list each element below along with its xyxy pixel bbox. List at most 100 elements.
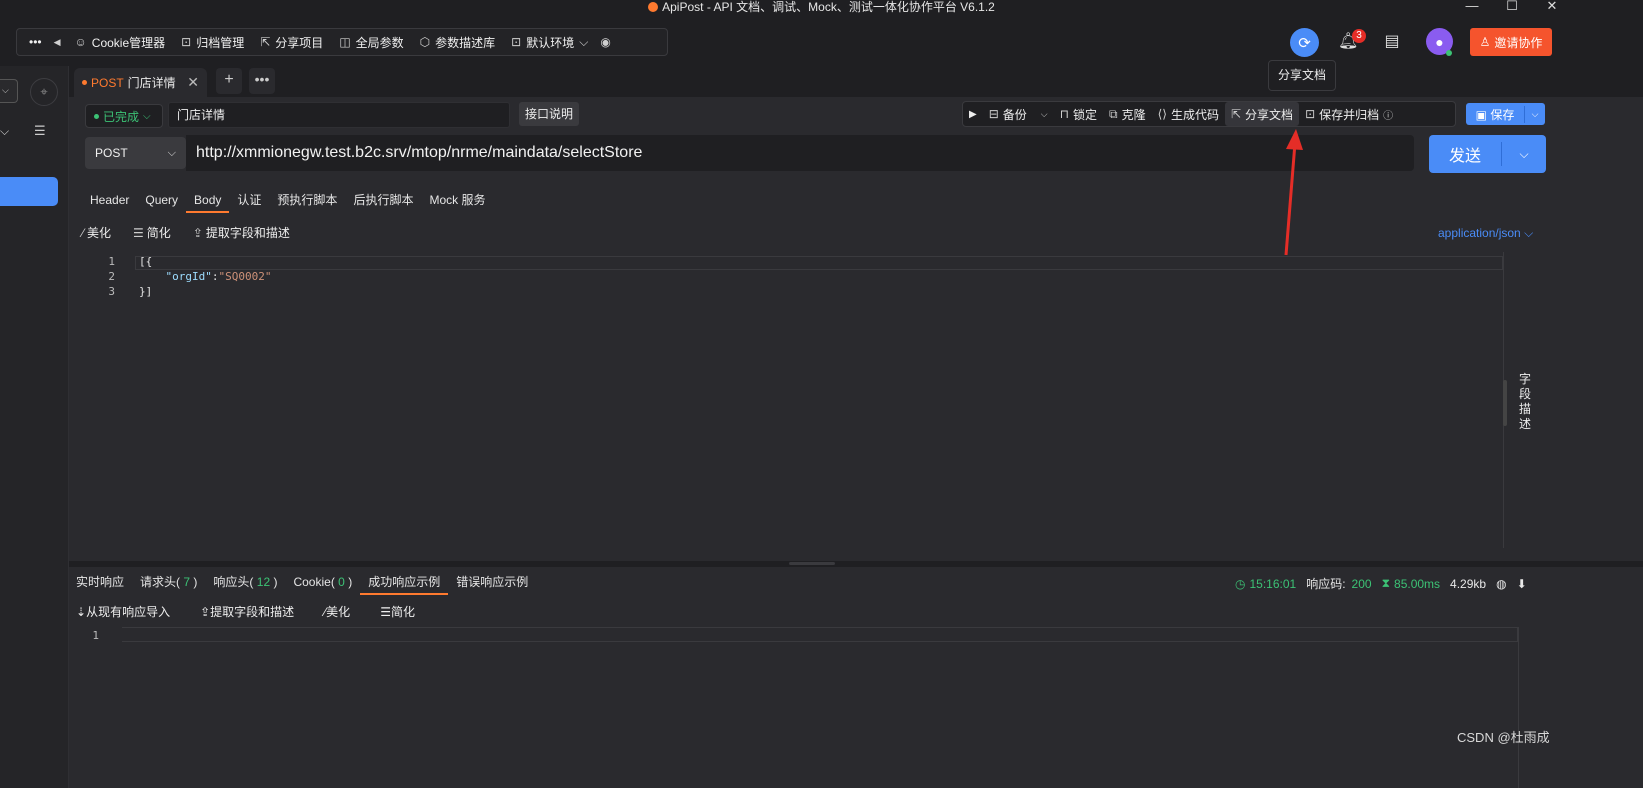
content-type-select[interactable]: application/json ⌵ — [1438, 226, 1533, 241]
response-duration: 85.00ms — [1394, 576, 1441, 591]
triangle-left-icon: ◀ — [53, 36, 61, 47]
list-icon: ☰ — [133, 226, 144, 240]
method-select[interactable]: POST ⌵ — [85, 137, 186, 169]
play-icon: ▶ — [969, 108, 977, 120]
environment-select[interactable]: ⊡ 默认环境 ⌵ — [503, 28, 596, 56]
response-tabs: 实时响应 请求头( 7 ) 响应头( 12 ) Cookie( 0 ) 成功响应… — [68, 569, 536, 595]
download-icon[interactable]: ⬇ — [1517, 577, 1527, 591]
api-doc-button[interactable]: 接口说明 — [519, 102, 579, 126]
close-icon[interactable]: ✕ — [187, 74, 199, 91]
tab-header[interactable]: Header — [82, 187, 137, 213]
invite-button[interactable]: ♙ 邀请协作 — [1470, 28, 1552, 56]
save-archive-button[interactable]: ⊡ 保存并归档 ⓘ — [1299, 102, 1399, 126]
plus-icon: + — [224, 71, 234, 88]
backup-button[interactable]: ⊟ 备份 ⌵ — [983, 102, 1054, 126]
chevron-down-icon: ⌵ — [1524, 226, 1534, 240]
maximize-button[interactable]: ☐ — [1492, 0, 1532, 14]
response-editor[interactable] — [122, 627, 1518, 642]
tab-method: POST — [91, 75, 124, 90]
tab-success-example[interactable]: 成功响应示例 — [360, 569, 449, 595]
share-doc-button[interactable]: ⇱ 分享文档 — [1224, 102, 1300, 126]
api-name-input[interactable]: 门店详情 — [168, 102, 510, 128]
tab-mock[interactable]: Mock 服务 — [421, 187, 493, 213]
simplify-button[interactable]: ☰简化 — [380, 603, 415, 620]
tab-store-detail[interactable]: POST 门店详情 ✕ — [74, 68, 207, 97]
archive-icon: ⊡ — [181, 35, 192, 49]
more-icon: ••• — [254, 71, 270, 87]
share-project-button[interactable]: ⇱ 分享项目 — [252, 28, 331, 56]
sidebar-active-item[interactable] — [0, 177, 58, 206]
simplify-button[interactable]: ☰简化 — [133, 224, 171, 241]
url-input[interactable]: http://xmmionegw.test.b2c.srv/mtop/nrme/… — [186, 135, 1414, 171]
tab-realtime-response[interactable]: 实时响应 — [68, 569, 132, 595]
env-icon: ⊡ — [511, 35, 522, 49]
cube-icon: ⬡ — [419, 35, 431, 49]
refresh-icon: ⟳ — [1298, 34, 1311, 52]
archive-manage-button[interactable]: ⊡ 归档管理 — [173, 28, 252, 56]
params-icon: ◫ — [339, 35, 351, 49]
collapse-button[interactable]: ◀ — [48, 28, 67, 56]
close-window-button[interactable]: ✕ — [1532, 0, 1572, 14]
line-number: 2 — [108, 270, 115, 283]
arrow-head — [1286, 129, 1303, 150]
response-time: 15:16:01 — [1249, 576, 1297, 591]
tab-auth[interactable]: 认证 — [229, 187, 269, 213]
environment-view-button[interactable]: ◉ — [596, 28, 614, 56]
user-icon: ● — [1435, 33, 1444, 50]
clone-button[interactable]: ⧉ 克隆 — [1103, 102, 1152, 126]
cookie-icon: ☺ — [74, 35, 87, 49]
run-button[interactable]: ▶ — [963, 102, 983, 126]
tab-more-button[interactable]: ••• — [249, 68, 275, 94]
minimize-button[interactable]: — — [1452, 0, 1492, 14]
global-params-button[interactable]: ◫ 全局参数 — [331, 28, 411, 56]
sync-button[interactable]: ⟳ — [1290, 28, 1319, 57]
send-button[interactable]: 发送 ⌵ — [1429, 135, 1546, 173]
beautify-button[interactable]: ⁄美化 — [324, 603, 350, 620]
line-number: 1 — [108, 255, 115, 268]
chevron-down-icon: ⌵ — [0, 124, 10, 138]
chevron-down-icon[interactable]: ⌵ — [1525, 109, 1545, 120]
extract-fields-button[interactable]: ⇪提取字段和描述 — [193, 224, 290, 241]
add-tab-button[interactable]: + — [216, 68, 242, 94]
globe-icon[interactable]: ◍ — [1496, 577, 1506, 591]
save-button[interactable]: ▣ 保存 ⌵ — [1466, 103, 1545, 125]
field-description-panel-toggle[interactable]: 字段描述 — [1517, 372, 1533, 432]
beautify-button[interactable]: ⁄美化 — [82, 224, 111, 241]
import-response-button[interactable]: ⇣从现有响应导入 — [76, 603, 170, 620]
tab-cookie[interactable]: Cookie( 0 ) — [285, 569, 360, 595]
tab-request-headers[interactable]: 请求头( 7 ) — [132, 569, 205, 595]
online-indicator — [1446, 50, 1452, 56]
tab-post-script[interactable]: 后执行脚本 — [345, 187, 421, 213]
status-code: 200 — [1351, 576, 1372, 591]
tab-response-headers[interactable]: 响应头( 12 ) — [205, 569, 285, 595]
annotation-arrow — [1284, 129, 1303, 256]
more-menu-button[interactable]: ••• — [23, 28, 48, 56]
extract-fields-button[interactable]: ⇪提取字段和描述 — [200, 603, 294, 620]
sidebar-expand-button[interactable]: ⌵ — [0, 124, 9, 139]
editor-scrollbar[interactable] — [1503, 380, 1507, 426]
line-number: 3 — [108, 285, 115, 298]
code-line: }] — [139, 285, 153, 298]
share-doc-tooltip: 分享文档 — [1268, 60, 1336, 91]
tab-body[interactable]: Body — [186, 187, 230, 213]
resize-handle[interactable] — [789, 562, 835, 565]
response-panel — [69, 567, 1643, 788]
cookie-manager-button[interactable]: ☺ Cookie管理器 — [67, 28, 174, 56]
status-dropdown[interactable]: 已完成 ⌵ — [85, 104, 163, 128]
line-number: 1 — [92, 629, 99, 642]
locate-button[interactable]: ⌖ — [30, 78, 58, 106]
chevron-down-icon[interactable]: ⌵ — [1502, 147, 1546, 162]
tab-error-example[interactable]: 错误响应示例 — [448, 569, 536, 595]
notes-button[interactable]: ▤ — [1382, 31, 1402, 51]
body-editor[interactable] — [85, 252, 1505, 548]
generate-code-button[interactable]: ⟨⟩ 生成代码 — [1152, 102, 1225, 126]
tab-pre-script[interactable]: 预执行脚本 — [269, 187, 345, 213]
chevron-down-icon: ⌵ — [579, 35, 589, 49]
sidebar-project-select[interactable]: ⌵ — [0, 79, 18, 103]
sidebar-list-button[interactable]: ☰ — [34, 123, 46, 139]
lock-button[interactable]: ⊓ 锁定 — [1054, 102, 1103, 126]
param-library-button[interactable]: ⬡ 参数描述库 — [412, 28, 504, 56]
request-tabs: Header Query Body 认证 预执行脚本 后执行脚本 Mock 服务 — [82, 187, 493, 213]
tab-query[interactable]: Query — [137, 187, 186, 213]
watermark: CSDN @杜雨成 — [1457, 730, 1550, 745]
